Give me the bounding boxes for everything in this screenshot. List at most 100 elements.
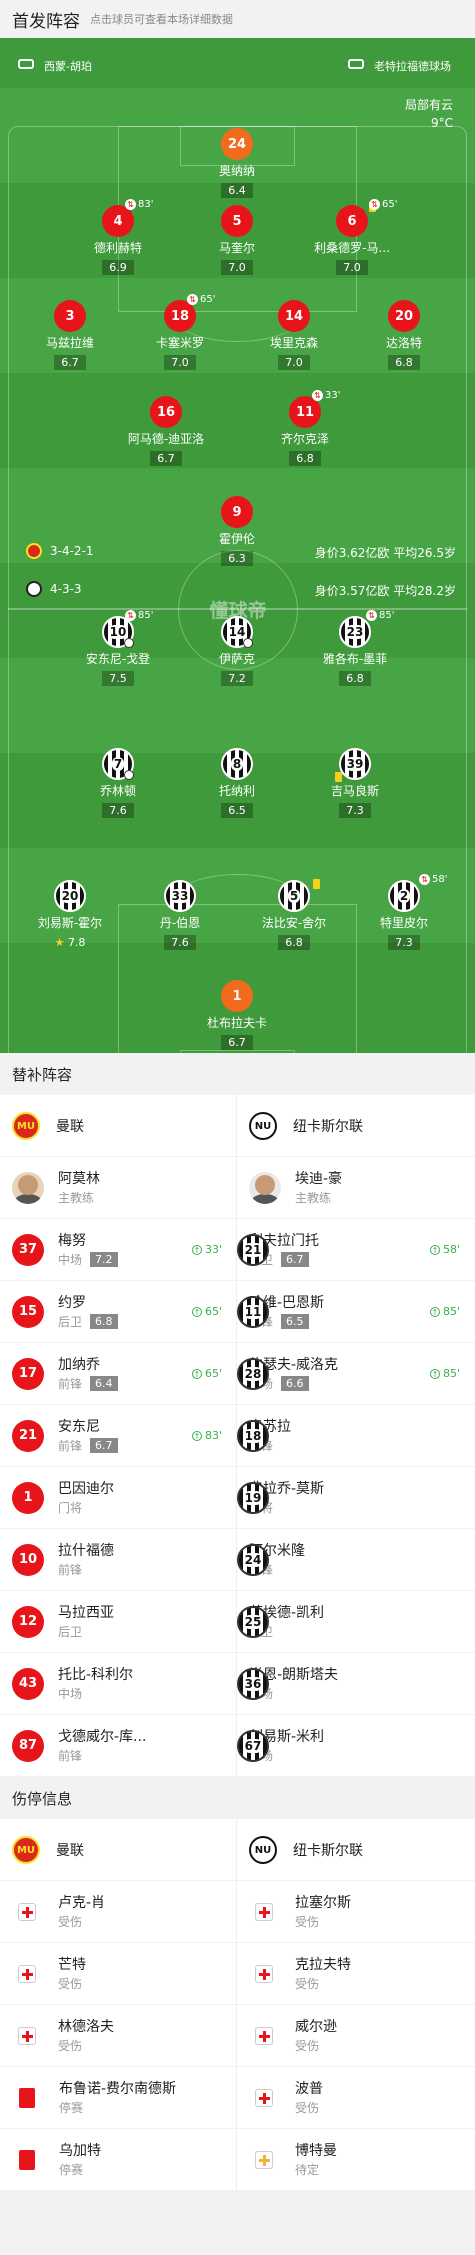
player-name: 刘易斯-霍尔	[37, 916, 103, 930]
away-sub[interactable]: 19 弗拉乔-莫斯门将	[237, 1467, 474, 1528]
away-injury[interactable]: 威尔逊 受伤	[237, 2005, 474, 2066]
home-sub[interactable]: 21 安东尼 前锋 6.7 ↑ 83'	[0, 1405, 237, 1466]
player-number: 7	[102, 748, 134, 780]
home-player[interactable]: 5 马奎尔 7.0	[182, 205, 292, 275]
sub-name: 巴因迪尔	[58, 1480, 114, 1497]
home-team-name: 曼联	[56, 1119, 84, 1135]
newcastle-logo-icon	[26, 581, 42, 597]
home-injury[interactable]: 卢克-肖 受伤	[0, 1881, 237, 1942]
away-player[interactable]: 33 丹-伯恩 7.6	[125, 880, 235, 950]
man-utd-logo-icon: MU	[12, 1112, 40, 1140]
sub-rating: 6.7	[281, 1252, 309, 1267]
goal-icon	[243, 638, 253, 648]
away-sub[interactable]: 36 肖恩-朗斯塔夫中场	[237, 1653, 474, 1714]
home-sub[interactable]: 15 约罗 后卫 6.8 ↑ 65'	[0, 1281, 237, 1342]
away-injury[interactable]: 克拉夫特 受伤	[237, 1943, 474, 2004]
player-name: 奥纳纳	[218, 164, 255, 178]
away-sub[interactable]: 18 奥苏拉前锋	[237, 1405, 474, 1466]
away-formation: 4-3-3	[50, 582, 82, 596]
player-name: 齐尔克泽	[280, 432, 329, 446]
injury-status: 受伤	[295, 2038, 320, 2053]
home-injury[interactable]: 芒特 受伤	[0, 1943, 237, 2004]
away-injury[interactable]: 拉塞尔斯 受伤	[237, 1881, 474, 1942]
home-player[interactable]: 3 马兹拉维 6.7	[15, 300, 125, 370]
away-player[interactable]: 2 ⇅ 58' 特里皮尔 7.3	[349, 874, 459, 950]
home-player[interactable]: 24 奥纳纳 6.4	[182, 128, 292, 198]
player-name: 埃里克森	[269, 336, 318, 350]
home-player[interactable]: 18 ⇅ 65' 卡塞米罗 7.0	[125, 294, 235, 370]
doubtful-icon	[255, 2150, 273, 2169]
away-sub[interactable]: 25 劳埃德-凯利后卫	[237, 1591, 474, 1652]
away-sub[interactable]: 24 阿尔米隆前锋	[237, 1529, 474, 1590]
home-injury[interactable]: 林德洛夫 受伤	[0, 2005, 237, 2066]
home-player[interactable]: 4 ⇅ 83' 德利赫特 6.9	[63, 199, 173, 275]
away-player[interactable]: 39 吉马良斯 7.3	[300, 748, 410, 818]
player-rating: 6.8	[278, 935, 310, 950]
home-sub[interactable]: 43 托比-科利尔 中场	[0, 1653, 237, 1714]
injury-icon	[18, 1902, 36, 1921]
away-player[interactable]: 1 杜布拉夫卡 6.7	[182, 980, 292, 1050]
home-player[interactable]: 11 ⇅ 33' 齐尔克泽 6.8	[250, 390, 360, 466]
player-number: 3	[54, 300, 86, 332]
away-injury[interactable]: 波普 受伤	[237, 2067, 474, 2128]
sub-rating: 6.5	[281, 1314, 309, 1329]
away-sub[interactable]: 21 利夫拉门托后卫6.7 ↑58'	[237, 1219, 474, 1280]
away-player[interactable]: 8 托纳利 6.5	[182, 748, 292, 818]
footer-spacer	[0, 2191, 475, 2241]
sub-position: 中场	[58, 1686, 83, 1701]
home-formation-row: 3-4-2-1 身价3.62亿欧 平均26.5岁	[26, 543, 456, 560]
player-number: 14	[278, 300, 310, 332]
sub-number: 21	[237, 1233, 269, 1266]
away-player[interactable]: 7 乔林顿 7.6	[63, 748, 173, 818]
player-rating: 7.3	[388, 935, 420, 950]
injury-icon	[255, 2026, 273, 2045]
player-rating: 7.6	[164, 935, 196, 950]
away-sub[interactable]: 28 约瑟夫-威洛克中场6.6 ↑85'	[237, 1343, 474, 1404]
injuries-list: MU 曼联 NU 纽卡斯尔联 卢克-肖 受伤 拉塞尔斯 受伤 芒特 受伤 克拉夫…	[0, 1819, 475, 2191]
away-team-header[interactable]: NU 纽卡斯尔联	[237, 1095, 474, 1157]
sub-out-icon: ⇅	[419, 874, 430, 885]
away-team-header[interactable]: NU 纽卡斯尔联	[237, 1819, 474, 1881]
player-name: 雅各布-墨菲	[322, 652, 388, 666]
away-player[interactable]: 10 ⇅ 85' 安东尼-戈登 7.5	[63, 610, 173, 686]
home-coach[interactable]: 阿莫林 主教练	[0, 1157, 237, 1218]
away-player[interactable]: 23 ⇅ 85' 雅各布-墨菲 6.8	[300, 610, 410, 686]
injury-status: 受伤	[58, 2038, 83, 2053]
sub-name: 拉什福德	[58, 1542, 114, 1559]
sub-position: 前锋	[58, 1376, 83, 1391]
away-player[interactable]: 5 法比安-舍尔 6.8	[239, 879, 349, 950]
home-team-header[interactable]: MU 曼联	[0, 1819, 237, 1881]
away-player[interactable]: 14 伊萨克 7.2	[182, 616, 292, 686]
home-team-header[interactable]: MU 曼联	[0, 1095, 237, 1157]
home-sub[interactable]: 87 戈德威尔-库... 前锋	[0, 1715, 237, 1776]
away-injury[interactable]: 博特曼 待定	[237, 2129, 474, 2190]
sub-number: 43	[12, 1667, 44, 1700]
home-sub[interactable]: 37 梅努 中场 7.2 ↑ 33'	[0, 1219, 237, 1280]
home-sub[interactable]: 12 马拉西亚 后卫	[0, 1591, 237, 1652]
home-injury[interactable]: 乌加特 停赛	[0, 2129, 237, 2190]
man-utd-logo-icon	[26, 543, 42, 559]
away-player[interactable]: 20 刘易斯-霍尔 ★ 7.8	[15, 880, 125, 950]
player-number: 6	[336, 202, 376, 237]
home-player[interactable]: 6 ⇅ 65' 利桑德罗-马... 7.0	[297, 199, 407, 275]
away-sub[interactable]: 11 哈维-巴恩斯前锋6.5 ↑85'	[237, 1281, 474, 1342]
player-rating: 7.0	[278, 355, 310, 370]
away-coach[interactable]: 埃迪-豪 主教练	[237, 1157, 474, 1218]
home-sub[interactable]: 1 巴因迪尔 门将	[0, 1467, 237, 1528]
sub-out-icon: ⇅	[125, 610, 136, 621]
sub-in-icon: ↑	[429, 1244, 440, 1255]
home-sub[interactable]: 10 拉什福德 前锋	[0, 1529, 237, 1590]
home-injury[interactable]: 布鲁诺-费尔南德斯 停赛	[0, 2067, 237, 2128]
home-sub[interactable]: 17 加纳乔 前锋 6.4 ↑ 65'	[0, 1343, 237, 1404]
home-player[interactable]: 14 埃里克森 7.0	[239, 300, 349, 370]
home-player[interactable]: 20 达洛特 6.8	[349, 300, 459, 370]
player-number: 2	[388, 880, 420, 912]
injury-icon	[255, 1902, 273, 1921]
red-card-icon	[19, 2087, 35, 2108]
player-rating: 7.3	[339, 803, 371, 818]
home-player[interactable]: 16 阿马德-迪亚洛 6.7	[111, 396, 221, 466]
away-sub[interactable]: 67 刘易斯-米利中场	[237, 1715, 474, 1776]
sub-out-icon: ⇅	[369, 199, 380, 210]
sub-number: 17	[12, 1357, 44, 1390]
player-name: 吉马良斯	[330, 784, 379, 798]
